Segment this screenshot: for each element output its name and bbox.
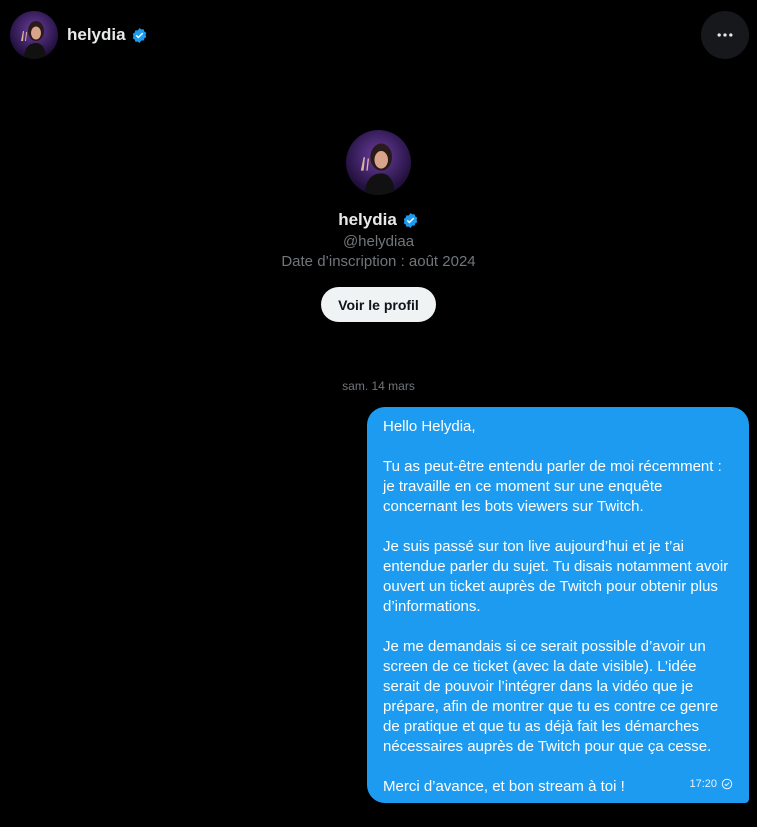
profile-join-date: Date d’inscription : août 2024 [281, 253, 476, 270]
profile-card: helydia @helydiaa Date d’inscription : a… [0, 130, 757, 322]
profile-avatar-image [346, 130, 411, 195]
message-meta: 17:20 [689, 774, 733, 794]
message-paragraph: Je suis passé sur ton live aujourd’hui e… [383, 538, 729, 615]
message-paragraph: Merci d’avance, et bon stream à toi ! [383, 778, 625, 795]
message-bubble[interactable]: Hello Helydia, Tu as peut-être entendu p… [367, 407, 749, 803]
profile-name: helydia [338, 210, 419, 230]
avatar[interactable] [10, 11, 58, 59]
verified-badge-icon [403, 212, 418, 228]
profile-name-label: helydia [338, 210, 397, 229]
view-profile-button[interactable]: Voir le profil [321, 287, 436, 322]
more-horizontal-icon [717, 33, 733, 37]
message-paragraph: Je me demandais si ce serait possible d’… [383, 638, 719, 755]
profile-handle: @helydiaa [342, 233, 415, 250]
avatar-image [10, 11, 58, 59]
date-separator: sam. 14 mars [342, 379, 415, 393]
more-options-button[interactable] [701, 11, 749, 59]
header-name[interactable]: helydia [67, 24, 148, 46]
message-time: 17:20 [689, 778, 717, 790]
profile-avatar[interactable] [346, 130, 411, 195]
sent-check-icon [721, 778, 733, 790]
conversation-header: helydia [0, 0, 757, 70]
verified-badge-icon [132, 27, 146, 43]
message-paragraph: Hello Helydia, [383, 418, 476, 435]
message-paragraph: Tu as peut-être entendu parler de moi ré… [383, 458, 722, 515]
header-name-label: helydia [67, 25, 126, 44]
